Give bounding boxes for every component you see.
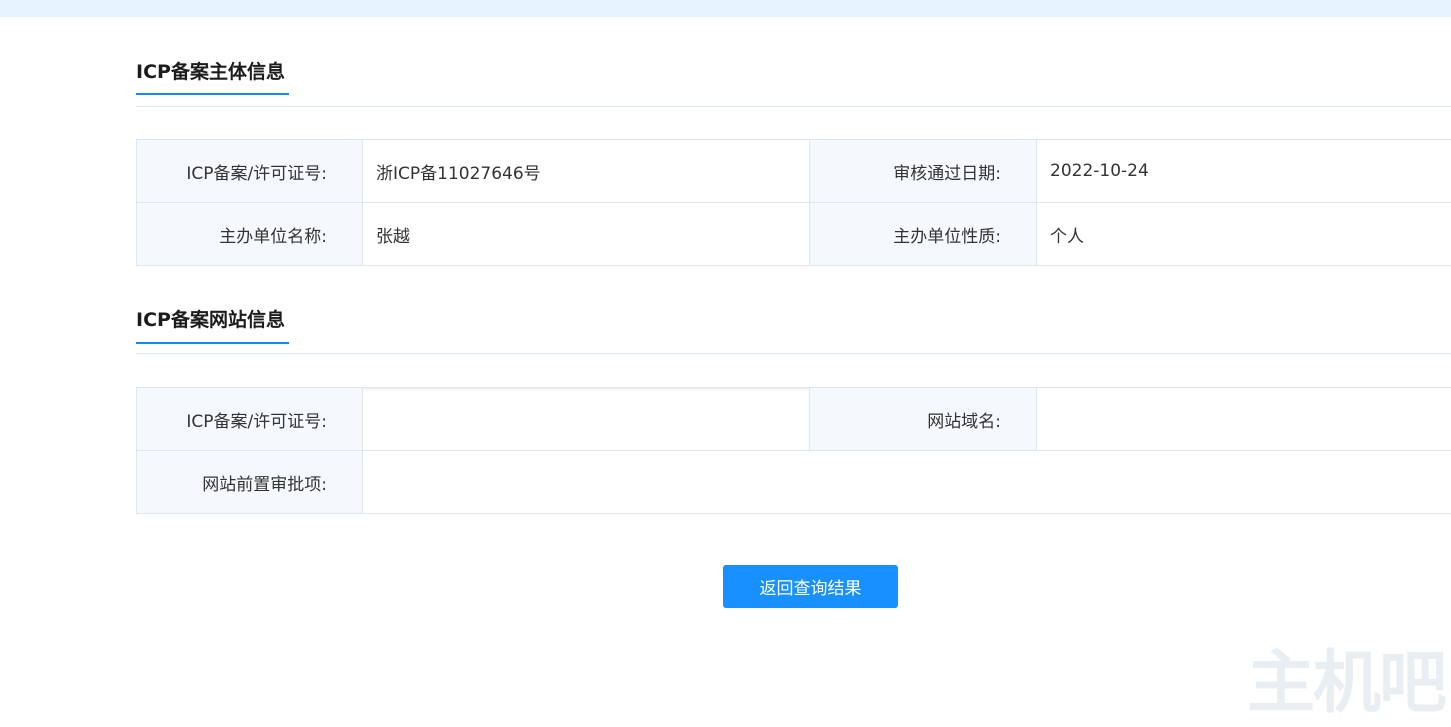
organizer-type-value: 个人 [1036, 202, 1451, 266]
license-number-value: 浙ICP备11027646号 [362, 139, 810, 203]
top-banner-strip [0, 0, 1451, 17]
subject-info-table: ICP备案/许可证号: 浙ICP备11027646号 审核通过日期: 2022-… [136, 139, 1451, 266]
approval-date-label: 审核通过日期: [809, 139, 1037, 203]
website-license-number-label: ICP备案/许可证号: [136, 387, 363, 451]
organizer-name-value: 张越 [362, 202, 810, 266]
pre-approval-label: 网站前置审批项: [136, 450, 363, 514]
website-section-title: ICP备案网站信息 [136, 309, 285, 331]
table-row: ICP备案/许可证号: 浙ICP备11027646号 审核通过日期: 2022-… [136, 139, 1451, 203]
table-row: 主办单位名称: 张越 主办单位性质: 个人 [136, 202, 1451, 266]
website-info-table: ICP备案/许可证号: 网站域名: 网站前置审批项: [136, 387, 1451, 514]
pre-approval-value [362, 450, 1451, 514]
website-domain-label: 网站域名: [809, 387, 1037, 451]
approval-date-value: 2022-10-24 [1036, 139, 1451, 203]
license-number-label: ICP备案/许可证号: [136, 139, 363, 203]
organizer-type-label: 主办单位性质: [809, 202, 1037, 266]
website-domain-value [1036, 387, 1451, 451]
table-row: 网站前置审批项: [136, 450, 1451, 514]
organizer-name-label: 主办单位名称: [136, 202, 363, 266]
website-section-divider [136, 353, 1451, 354]
subject-section-title: ICP备案主体信息 [136, 61, 285, 83]
back-to-results-button[interactable]: 返回查询结果 [723, 565, 898, 608]
table-row: ICP备案/许可证号: 网站域名: [136, 387, 1451, 451]
website-title-underline [136, 342, 289, 344]
watermark-logo: 主机吧 [1247, 643, 1447, 723]
subject-section-divider [136, 106, 1451, 107]
website-license-number-value [362, 387, 810, 451]
subject-title-underline [136, 93, 289, 95]
